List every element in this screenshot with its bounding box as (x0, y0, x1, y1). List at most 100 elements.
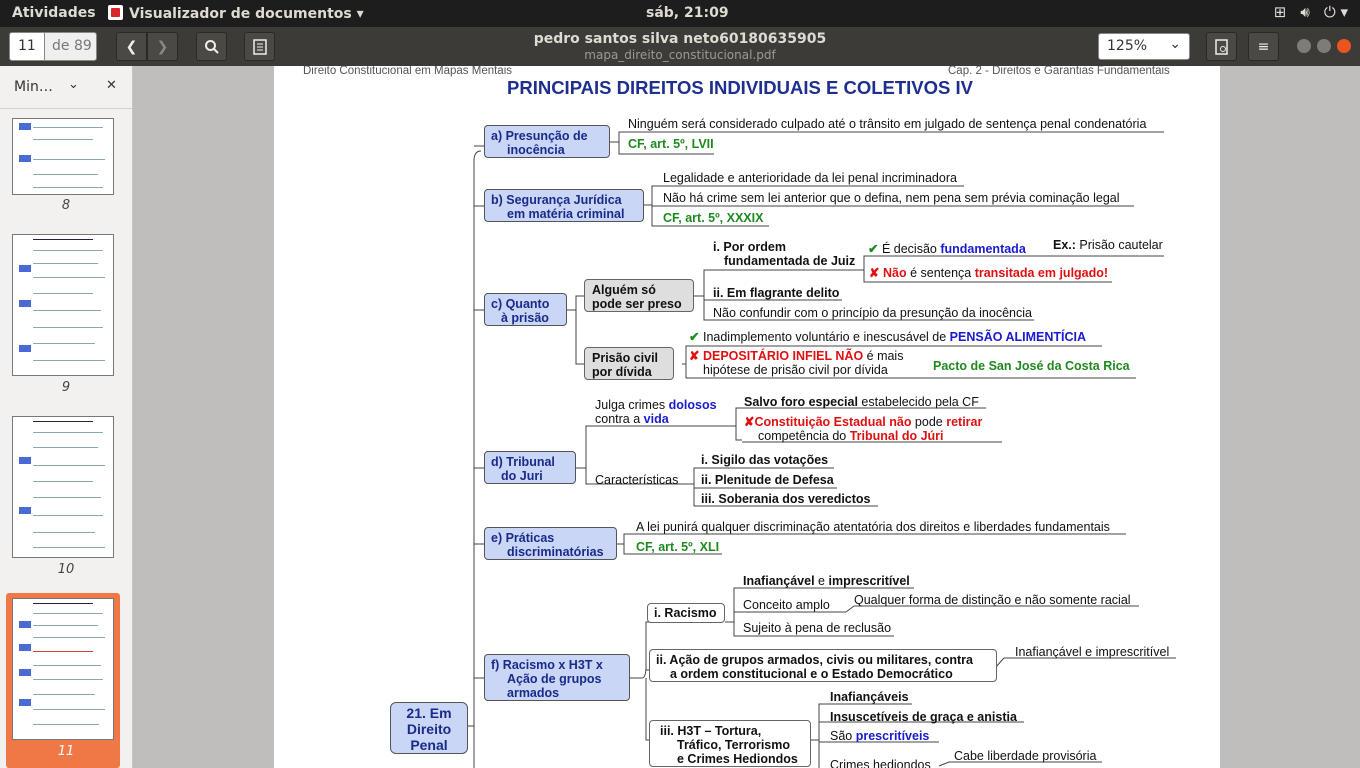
d-ce: ✘Constituição Estadual não pode retirar c… (744, 415, 982, 443)
f-r3: Sujeito à pena de reclusão (743, 621, 892, 635)
check-icon: ✔ (868, 242, 879, 256)
chevron-down-icon: ▾ (356, 6, 364, 22)
f-r1-a: Inafiançável (743, 574, 815, 588)
thumbnail-page-9[interactable] (12, 234, 114, 376)
node-line: Ação de grupos (507, 672, 602, 686)
node-presuncao-inocencia: a) Presunção de inocência (484, 125, 610, 158)
d-salvo: Salvo foro especial estabelecido pela CF (744, 395, 979, 409)
document-filename: mapa_direito_constitucional.pdf (584, 48, 776, 62)
minimize-button[interactable] (1297, 39, 1311, 53)
c-no1: ✘ Não é sentença transitada em julgado! (869, 266, 1108, 280)
node-racismo: i. Racismo (647, 603, 725, 623)
search-button[interactable] (196, 32, 227, 61)
node-line: Alguém só (592, 283, 656, 297)
thumbnail-page-11[interactable] (12, 598, 114, 740)
node-line: pode ser preso (592, 297, 682, 311)
close-button[interactable] (1337, 39, 1351, 53)
c-no2-a: DEPOSITÁRIO INFIEL NÃO (702, 349, 864, 363)
f-h4: Crimes hediondos (830, 758, 931, 768)
close-icon[interactable]: ✕ (106, 78, 117, 93)
d-julga-d: vida (643, 412, 669, 426)
page-header-right: Cap. 2 - Direitos e Garantias Fundamenta… (948, 66, 1170, 77)
page-number-input[interactable]: 11 (9, 32, 45, 61)
b-text-1: Legalidade e anterioridade da lei penal … (663, 171, 957, 185)
menu-button[interactable]: ≡ (1248, 32, 1279, 61)
document-viewer[interactable]: Direito Constitucional em Mapas Mentais … (133, 66, 1360, 768)
root-line: Penal (410, 737, 448, 753)
d-salvo-b: estabelecido pela CF (857, 395, 979, 409)
e-ref: CF, art. 5º, XLI (636, 540, 720, 554)
volume-icon[interactable]: 🔊︎ (1300, 3, 1309, 21)
document-title: pedro santos silva neto60180635905 (533, 31, 827, 47)
node-line: f) Racismo x H3T x (491, 658, 603, 672)
node-alguem-preso: Alguém só pode ser preso (584, 279, 694, 312)
f-h2: Insuscetíveis de graça e anistia (830, 710, 1017, 724)
node-line: c) Quanto (491, 297, 550, 311)
thumbnail-label: 8 (61, 198, 71, 213)
zoom-select[interactable]: 125% ⌄ (1098, 33, 1190, 60)
f-r2: Conceito amplo (743, 598, 830, 612)
next-page-button[interactable]: ❯ (147, 32, 178, 61)
d-julga-b: dolosos (668, 398, 717, 412)
c-note: Não confundir com o princípio da presunç… (713, 306, 1032, 320)
maximize-button[interactable] (1317, 39, 1331, 53)
node-praticas-discriminatorias: e) Práticas discriminatórias (484, 527, 617, 560)
c-pacto: Pacto de San José da Costa Rica (933, 359, 1130, 373)
page-count: de 89 (45, 32, 97, 61)
node-line: discriminatórias (507, 545, 604, 559)
node-line: em matéria criminal (507, 207, 625, 221)
f-h3: São prescritíveis (830, 729, 929, 743)
d-ce-e: Tribunal do Júri (849, 429, 944, 443)
app-name: Visualizador de documentos (129, 6, 352, 22)
page-header-left: Direito Constitucional em Mapas Mentais (303, 66, 513, 77)
f-ii-text: Inafiançável e imprescritível (1015, 645, 1170, 659)
root-node: 21. Em Direito Penal (390, 702, 468, 754)
c-ordem-line: i. Por ordem (713, 240, 786, 254)
cross-icon: ✘ (744, 415, 755, 429)
chevron-right-icon: ❯ (156, 38, 169, 55)
d-julga-a: Julga crimes (595, 398, 669, 412)
d-julga: Julga crimes dolosos contra a vida (595, 398, 717, 426)
d-c2: ii. Plenitude de Defesa (701, 473, 834, 487)
c-ordem-line: fundamentada de Juiz (724, 254, 856, 268)
node-line: b) Segurança Jurídica (491, 193, 622, 207)
activities-button[interactable]: Atividades (12, 5, 96, 21)
c-no1-a: Não (882, 266, 907, 280)
clock[interactable]: sáb, 21:09 (646, 5, 729, 21)
cross-icon: ✘ (869, 266, 880, 280)
node-line: Prisão civil (592, 351, 659, 365)
annotations-button[interactable] (244, 32, 275, 61)
thumbnail-sidebar: Min… ⌄ ✕ 8 9 10 11 (0, 66, 133, 768)
hamburger-icon: ≡ (1257, 38, 1270, 55)
d-julga-c: contra a (595, 412, 644, 426)
c-no2-c: hipótese de prisão civil por dívida (703, 363, 888, 377)
document-search-icon (1214, 38, 1228, 55)
thumbnail-page-8[interactable] (12, 118, 114, 195)
d-caracteristicas: Características (595, 473, 679, 487)
header-bar: 11 de 89 ❮ ❯ pedro santos silva neto6018… (0, 27, 1360, 66)
f-r1-c: imprescritível (828, 574, 910, 588)
c-ok2-emph: PENSÃO ALIMENTÍCIA (949, 330, 1087, 344)
d-ce-d: competência do (758, 429, 850, 443)
chevron-down-icon[interactable]: ⌄ (68, 77, 79, 92)
d-c3: iii. Soberania dos veredictos (701, 492, 871, 506)
power-icon[interactable]: ⏻ ▾ (1324, 3, 1348, 21)
properties-button[interactable] (1206, 32, 1237, 61)
node-line: a) Presunção de (491, 129, 588, 143)
node-line: iii. H3T – Tortura, (660, 724, 762, 738)
node-line: inocência (507, 143, 565, 157)
chevron-down-icon: ⌄ (1169, 36, 1181, 52)
network-icon[interactable]: ⊞ (1274, 3, 1287, 21)
c-ok1: ✔ É decisão fundamentada (868, 242, 1026, 256)
b-text-2: Não há crime sem lei anterior que o defi… (663, 191, 1120, 205)
f-h3-a: São (830, 729, 856, 743)
previous-page-button[interactable]: ❮ (116, 32, 147, 61)
node-line: a ordem constitucional e o Estado Democr… (670, 667, 953, 681)
app-menu[interactable]: Visualizador de documentos ▾ (108, 5, 364, 22)
node-line: d) Tribunal (491, 455, 555, 469)
root-line: Direito (406, 721, 452, 737)
thumbnail-page-10[interactable] (12, 416, 114, 558)
d-salvo-a: Salvo foro especial (744, 395, 858, 409)
sidebar-mode-label[interactable]: Min… (14, 79, 53, 95)
system-top-bar: Atividades Visualizador de documentos ▾ … (0, 0, 1360, 27)
